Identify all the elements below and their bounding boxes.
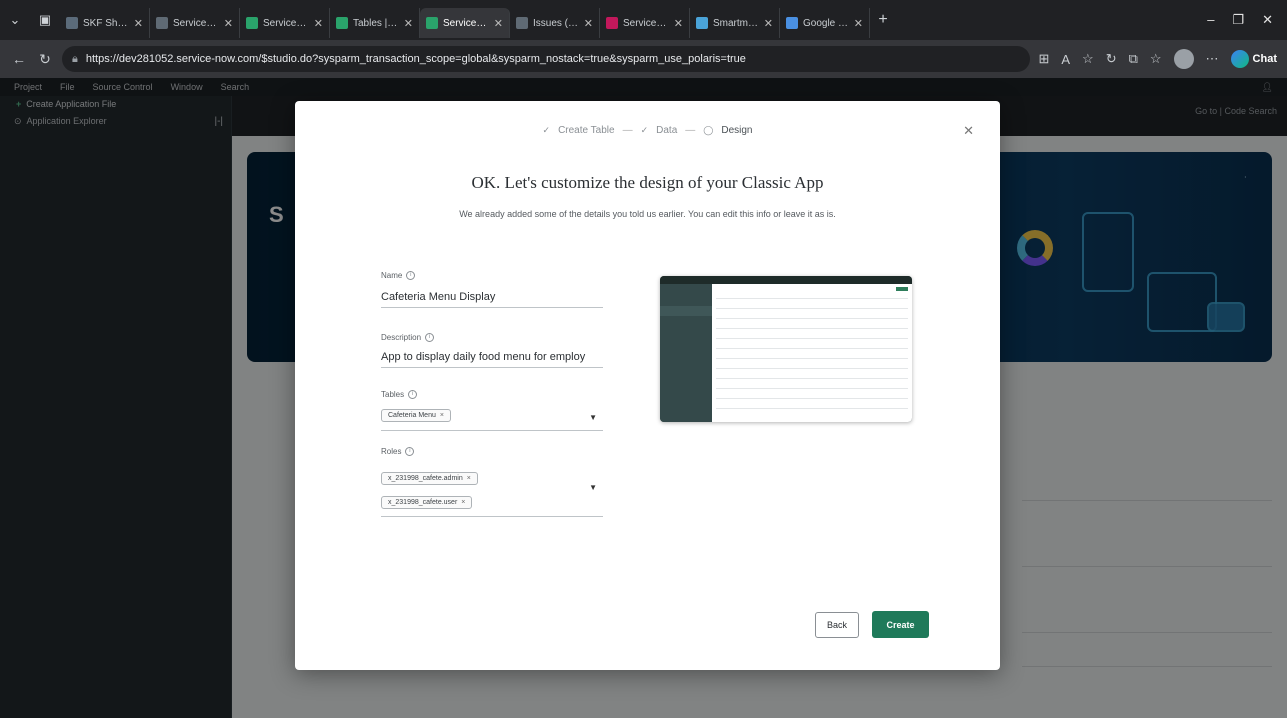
window-controls: – ❐ ✕ <box>1207 12 1287 28</box>
browser-tab[interactable]: Google Ge ✕ <box>780 8 870 38</box>
back-button[interactable]: Back <box>815 612 859 638</box>
table-chip: Cafeteria Menu × <box>381 409 451 422</box>
tab-list-icon[interactable]: ⌄ <box>0 5 30 35</box>
tab-label: Google Ge <box>803 17 849 29</box>
roles-label: Roles i <box>381 447 415 456</box>
tab-label: Smartmen <box>713 17 759 29</box>
tab-label: ServiceNo <box>443 17 489 29</box>
new-tab-icon[interactable]: + <box>870 11 896 29</box>
tables-select[interactable]: Cafeteria Menu × ▼ <box>381 403 603 431</box>
copilot-icon <box>1230 50 1249 68</box>
chevron-down-icon[interactable]: ▼ <box>589 483 597 492</box>
tab-favicon-icon <box>696 17 708 29</box>
remove-chip-icon[interactable]: × <box>440 412 444 419</box>
chat-button[interactable]: Chat <box>1230 50 1277 68</box>
tab-favicon-icon <box>786 17 798 29</box>
step-data: Data <box>656 125 678 136</box>
tab-close-icon[interactable]: ✕ <box>854 17 863 30</box>
more-icon[interactable]: ⋯ <box>1206 51 1219 67</box>
info-icon[interactable]: i <box>406 271 416 280</box>
tab-label: ServiceNo <box>263 17 309 29</box>
remove-chip-icon[interactable]: × <box>467 475 471 482</box>
info-icon[interactable]: i <box>405 447 415 456</box>
minimize-icon[interactable]: – <box>1207 12 1214 28</box>
url-text: https://dev281052.service-now.com/$studi… <box>85 53 746 65</box>
browser-tab[interactable]: ServiceNo ✕ <box>600 8 690 38</box>
create-app-design-dialog: ✕ ✓ Create Table — ✓ Data — ◯ Design OK.… <box>295 101 1000 670</box>
tab-favicon-icon <box>426 17 438 29</box>
step-done-icon: ✓ <box>542 125 551 135</box>
tab-favicon-icon <box>156 17 168 29</box>
description-input[interactable] <box>381 346 603 368</box>
browser-tab[interactable]: SKF Shel In ✕ <box>60 8 150 38</box>
reload-icon[interactable]: ↻ <box>36 51 54 68</box>
preview-list <box>712 284 912 422</box>
read-aloud-icon[interactable]: A <box>1061 52 1070 67</box>
step-design: Design <box>721 125 753 136</box>
tab-close-icon[interactable]: ✕ <box>314 17 323 30</box>
tab-close-icon[interactable]: ✕ <box>404 17 413 30</box>
remove-chip-icon[interactable]: × <box>461 499 465 506</box>
lock-icon: 🔒︎ <box>72 52 78 65</box>
tab-label: Tables | Se <box>353 17 399 29</box>
dialog-subtitle: We already added some of the details you… <box>459 209 836 219</box>
description-label: Description i <box>381 333 435 342</box>
step-create-table: Create Table <box>558 125 615 136</box>
step-done-icon: ✓ <box>640 125 649 135</box>
tab-favicon-icon <box>336 17 348 29</box>
tab-favicon-icon <box>516 17 528 29</box>
split-screen-icon[interactable]: ⧉ <box>1129 51 1138 67</box>
step-current-icon: ◯ <box>703 125 714 135</box>
role-chip: x_231998_cafete.admin × <box>381 472 478 485</box>
classic-app-preview-image <box>660 276 912 422</box>
tab-favicon-icon <box>66 17 78 29</box>
browser-tab[interactable]: ServiceNo ✕ <box>420 8 510 38</box>
tab-close-icon[interactable]: ✕ <box>494 17 503 30</box>
tab-label: ServiceNo <box>623 17 669 29</box>
tab-close-icon[interactable]: ✕ <box>674 17 683 30</box>
create-button[interactable]: Create <box>872 611 929 638</box>
name-input[interactable] <box>381 286 603 308</box>
wizard-stepper: ✓ Create Table — ✓ Data — ◯ Design <box>542 125 753 136</box>
workspaces-icon[interactable]: ▣ <box>30 5 60 35</box>
preview-nav <box>660 284 712 422</box>
tab-close-icon[interactable]: ✕ <box>224 17 233 30</box>
browser-tab-bar: ⌄ ▣ SKF Shel In✕ServiceNo✕ServiceNo✕Tabl… <box>0 0 1287 40</box>
back-nav-icon[interactable]: ← <box>10 51 28 67</box>
preview-header <box>660 276 912 284</box>
browser-tab[interactable]: Tables | Se ✕ <box>330 8 420 38</box>
profile-avatar[interactable] <box>1173 49 1194 69</box>
role-chip: x_231998_cafete.user × <box>381 496 473 509</box>
close-window-icon[interactable]: ✕ <box>1262 12 1273 28</box>
tab-label: ServiceNo <box>173 17 219 29</box>
tab-label: Issues (81) <box>533 17 579 29</box>
tab-favicon-icon <box>606 17 618 29</box>
address-bar-row: ← ↻ 🔒︎ https://dev281052.service-now.com… <box>0 40 1287 78</box>
browser-tab[interactable]: ServiceNo ✕ <box>150 8 240 38</box>
tab-strip: SKF Shel In✕ServiceNo✕ServiceNo✕Tables |… <box>60 2 870 38</box>
tables-label: Tables i <box>381 390 418 399</box>
apps-icon[interactable]: ⊞ <box>1038 51 1049 67</box>
tab-close-icon[interactable]: ✕ <box>764 17 773 30</box>
chevron-down-icon[interactable]: ▼ <box>589 413 597 422</box>
tab-favicon-icon <box>246 17 258 29</box>
info-icon[interactable]: i <box>408 390 418 399</box>
favorite-star-icon[interactable]: ☆ <box>1082 51 1094 67</box>
browser-tab[interactable]: Smartmen ✕ <box>690 8 780 38</box>
toolbar-icons: ⊞ A ☆ ↻ ⧉ ☆ ⋯ Chat <box>1038 49 1277 69</box>
tab-label: SKF Shel In <box>83 17 129 29</box>
refresh-icon[interactable]: ↻ <box>1106 51 1117 67</box>
url-field[interactable]: 🔒︎ https://dev281052.service-now.com/$st… <box>62 46 1031 72</box>
collections-icon[interactable]: ☆ <box>1150 51 1162 67</box>
maximize-icon[interactable]: ❐ <box>1232 12 1244 28</box>
tab-close-icon[interactable]: ✕ <box>584 17 593 30</box>
browser-tab[interactable]: ServiceNo ✕ <box>240 8 330 38</box>
browser-tab[interactable]: Issues (81) ✕ <box>510 8 600 38</box>
dialog-title: OK. Let's customize the design of your C… <box>471 173 824 192</box>
name-label: Name i <box>381 271 416 280</box>
tab-close-icon[interactable]: ✕ <box>134 17 143 30</box>
roles-select[interactable]: x_231998_cafete.admin × x_231998_cafete.… <box>381 461 603 517</box>
info-icon[interactable]: i <box>425 333 435 342</box>
